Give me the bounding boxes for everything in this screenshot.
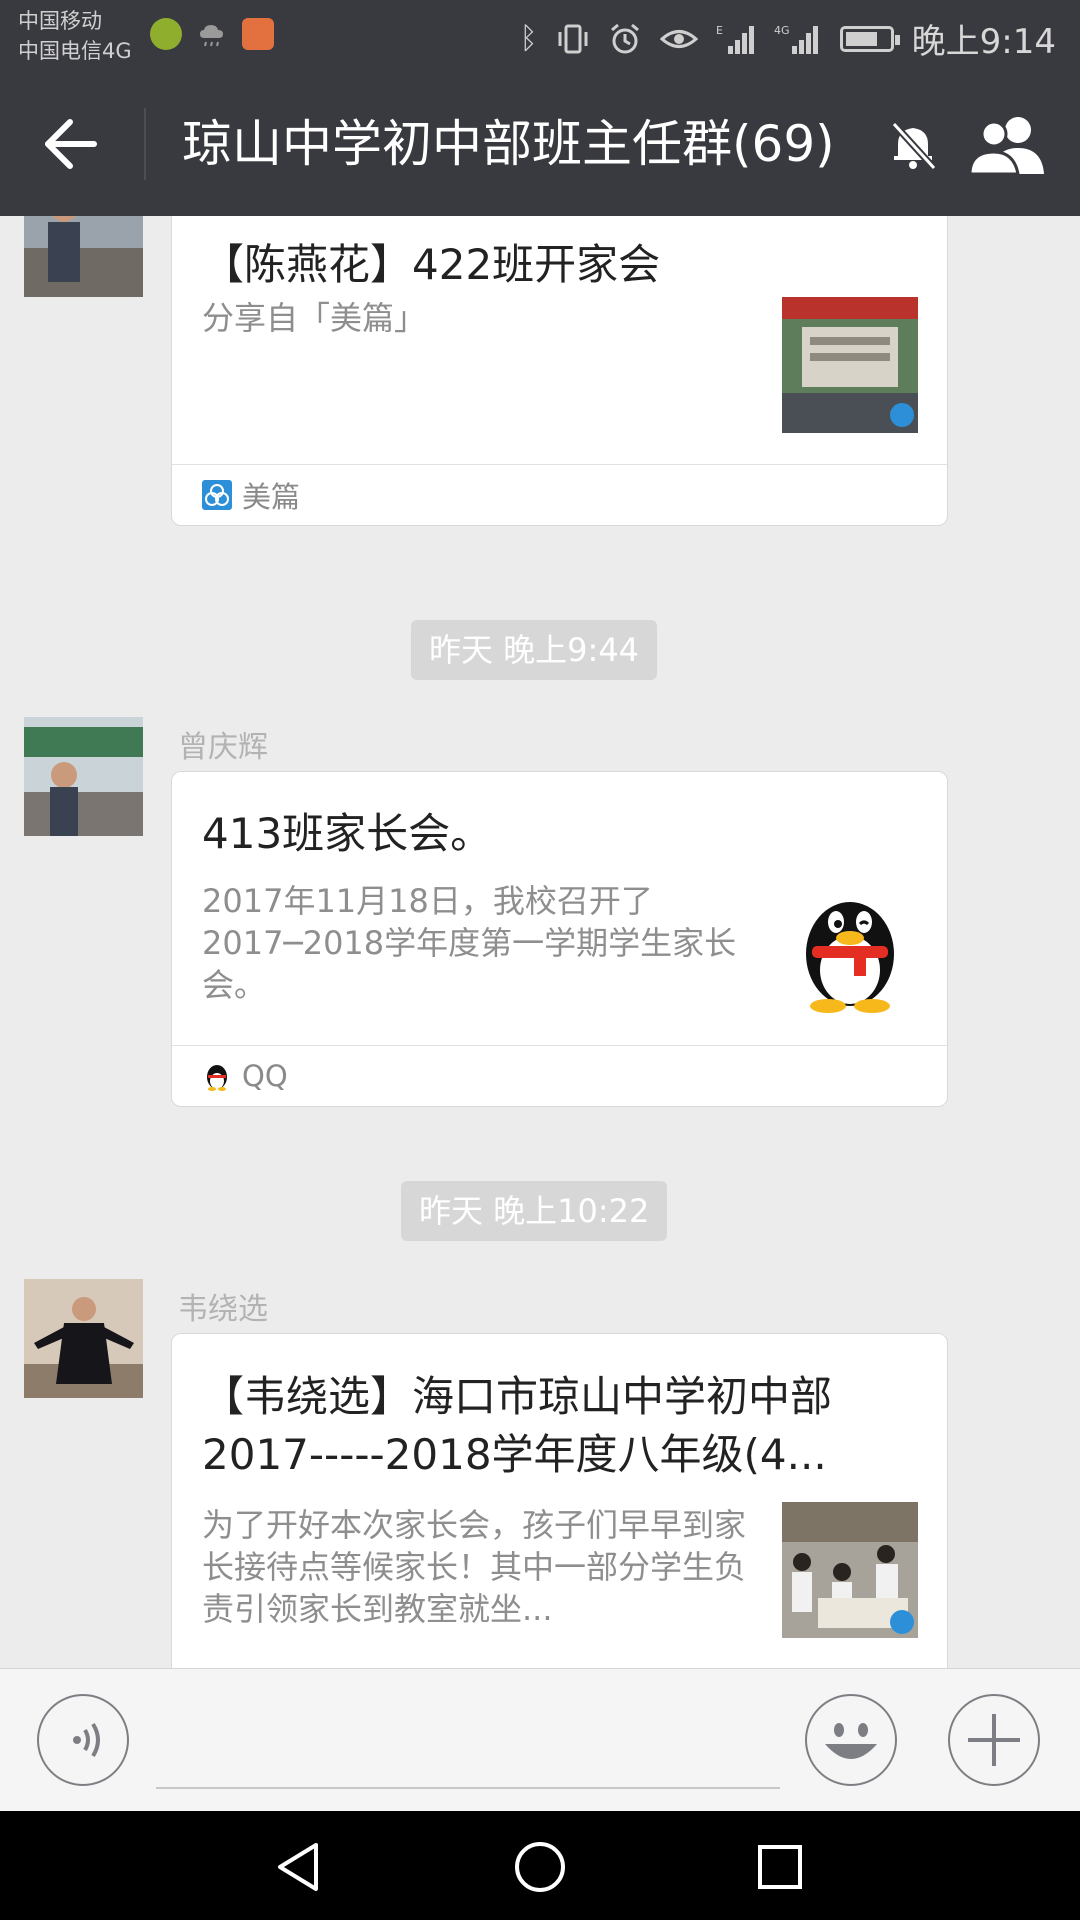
qq-penguin-logo (782, 878, 918, 1014)
nav-home-icon[interactable] (510, 1837, 570, 1897)
card-source-name: 美篇 (242, 480, 301, 514)
link-card[interactable]: 【陈燕花】422班开家会 分享自「美篇」 美篇 (171, 216, 948, 526)
header-divider (144, 108, 146, 180)
link-card[interactable]: 【韦绕选】海口市琼山中学初中部2017-----2018学年度八年级(4... … (171, 1333, 948, 1668)
qq-penguin-icon (207, 1065, 227, 1091)
status-bar: 中国移动 中国电信4G ᛒ E 4G 晚上9:14 (0, 0, 1080, 72)
card-description: 为了开好本次家长会，孩子们早早到家长接待点等候家长！其中一部分学生负责引领家长到… (202, 1506, 747, 1628)
card-thumbnail (782, 1502, 918, 1638)
sender-name: 曾庆辉 (178, 730, 268, 765)
battery-icon (839, 25, 900, 52)
back-arrow-icon[interactable] (40, 116, 100, 172)
notification-icons (150, 18, 274, 50)
message-input[interactable] (156, 1787, 780, 1789)
card-title: 413班家长会。 (202, 809, 493, 858)
card-thumbnail (782, 297, 918, 433)
link-card[interactable]: 413班家长会。 2017年11月18日，我校召开了2017─2018学年度第一… (171, 771, 948, 1107)
health-app-icon (242, 18, 274, 50)
system-indicators: ᛒ E 4G 晚上9:14 (520, 14, 1056, 63)
emoji-button[interactable] (805, 1694, 897, 1786)
plus-button[interactable] (948, 1694, 1040, 1786)
card-title: 【韦绕选】海口市琼山中学初中部2017-----2018学年度八年级(4... (202, 1372, 833, 1479)
eye-comfort-icon (659, 29, 698, 48)
svg-text:4G: 4G (774, 24, 790, 37)
avatar[interactable] (24, 216, 143, 297)
chat-title[interactable]: 琼山中学初中部班主任群(69) (182, 110, 835, 178)
card-source: QQ (172, 1045, 947, 1106)
card-description: 2017年11月18日，我校召开了2017─2018学年度第一学期学生家长会。 (202, 882, 737, 1004)
svg-text:E: E (716, 24, 723, 37)
carrier-info: 中国移动 中国电信4G (18, 6, 132, 66)
nav-back-icon[interactable] (270, 1837, 330, 1897)
students-photo (782, 1502, 918, 1638)
voice-icon (73, 1722, 100, 1758)
avatar-photo (24, 717, 143, 836)
bluetooth-icon: ᛒ (519, 21, 538, 56)
voice-button[interactable] (37, 1694, 129, 1786)
emoji-icon (825, 1723, 877, 1759)
chat-input-bar (0, 1668, 1080, 1812)
system-nav-bar (0, 1811, 1080, 1920)
group-members-icon[interactable] (964, 112, 1050, 178)
carrier-2: 中国电信4G (18, 39, 132, 63)
card-source-name: QQ (242, 1059, 288, 1093)
app-notification-icon (150, 18, 182, 50)
plus-icon (968, 1714, 1020, 1766)
nav-recents-icon[interactable] (750, 1837, 810, 1897)
meipian-icon (202, 480, 232, 510)
card-thumbnail (782, 878, 918, 1014)
card-title: 【陈燕花】422班开家会 (202, 240, 661, 289)
avatar-photo (24, 1279, 143, 1398)
alarm-icon (610, 23, 639, 53)
avatar[interactable] (24, 1279, 143, 1398)
battery-level (845, 31, 878, 46)
card-source: 美篇 (172, 464, 947, 525)
chat-header: 琼山中学初中部班主任群(69) (0, 72, 1080, 216)
signal-4g-icon: 4G (774, 24, 818, 54)
message-timestamp: 昨天 晚上10:22 (401, 1181, 668, 1241)
bell-muted-icon (891, 121, 937, 171)
weather-icon (200, 25, 223, 47)
signal-e-icon: E (716, 24, 754, 54)
status-time: 晚上9:14 (911, 22, 1056, 62)
chat-messages[interactable]: 【陈燕花】422班开家会 分享自「美篇」 美篇 昨天 晚上9:44 曾庆辉 41… (0, 216, 1080, 1668)
card-description: 分享自「美篇」 (202, 299, 427, 337)
avatar-photo (24, 216, 143, 297)
school-gate-photo (782, 297, 918, 433)
sender-name: 韦绕选 (178, 1292, 268, 1327)
message-timestamp: 昨天 晚上9:44 (411, 620, 658, 680)
vibrate-icon (558, 24, 588, 53)
carrier-1: 中国移动 (18, 9, 102, 33)
avatar[interactable] (24, 717, 143, 836)
